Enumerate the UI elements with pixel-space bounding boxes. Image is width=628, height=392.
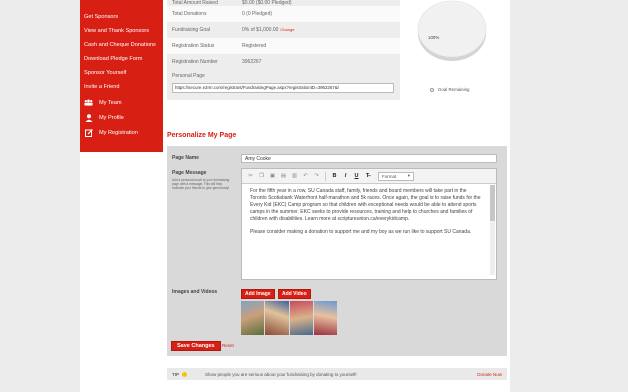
personal-page-label: Personal Page xyxy=(172,73,205,79)
reset-link[interactable]: Reset xyxy=(222,343,234,348)
info-label: Registration Status xyxy=(172,43,215,49)
editor-content[interactable]: For the fifth year in a row, SU Canada s… xyxy=(242,184,496,235)
chevron-down-icon: ▾ xyxy=(407,173,410,178)
info-value: 0% of $1,000.00 Change xyxy=(242,27,400,33)
cut-icon[interactable]: ✂ xyxy=(246,172,255,181)
page-message-hint: Add a personal touch to your fundraising… xyxy=(172,178,230,190)
info-row-total-donations: Total Donations 0 (0 Pledged) xyxy=(167,6,400,22)
sidebar-item-sponsor-yourself[interactable]: Sponsor Yourself xyxy=(80,67,163,81)
page-message-editor[interactable]: ✂ ❐ ▣ ▤ ▥ ↶ ↷ B I U T̶ Format ▾ For the … xyxy=(241,168,497,280)
sidebar-item-get-sponsors[interactable]: Get Sponsors xyxy=(80,11,163,25)
sidebar-item-view-thank-sponsors[interactable]: View and Thank Sponsors xyxy=(80,25,163,39)
page-name-label: Page Name xyxy=(172,155,199,161)
add-image-button[interactable]: Add Image xyxy=(241,289,275,299)
media-thumbnail[interactable] xyxy=(265,301,289,335)
format-dropdown-label: Format xyxy=(382,173,397,179)
sidebar-item-pledge-form[interactable]: Download Pledge Form xyxy=(80,53,163,67)
info-label: Total Donations xyxy=(172,11,207,17)
undo-icon[interactable]: ↶ xyxy=(301,172,310,181)
lightbulb-icon xyxy=(182,371,188,377)
scrollbar-thumb[interactable] xyxy=(490,185,495,221)
page-name-input[interactable]: Amy Cooke xyxy=(241,154,497,163)
paste-text-icon[interactable]: ▤ xyxy=(279,172,288,181)
bold-icon[interactable]: B xyxy=(330,172,339,181)
info-value: 0 (0 Pledged) xyxy=(242,11,273,17)
paste-icon[interactable]: ▣ xyxy=(268,172,277,181)
add-video-button[interactable]: Add Video xyxy=(278,289,311,299)
edit-icon xyxy=(84,128,93,137)
registration-summary: Total Amount Raised $0.00 ($0.00 Pledged… xyxy=(167,0,400,100)
media-thumbnail[interactable] xyxy=(241,301,265,335)
goal-value: 0% of $1,000.00 xyxy=(242,27,279,33)
team-icon xyxy=(84,99,93,107)
section-title: Personalize My Page xyxy=(167,132,237,139)
editor-scrollbar[interactable] xyxy=(490,185,495,275)
sidebar-item-my-registration[interactable]: My Registration xyxy=(80,125,163,140)
personal-page-url-field[interactable]: https://secure.e2rm.com/registrant/Fundr… xyxy=(172,83,394,93)
sidebar-item-label: My Team xyxy=(99,99,122,106)
tip-bar: TIP Show people you are serious about yo… xyxy=(167,368,507,380)
message-paragraph: Please consider making a donation to sup… xyxy=(250,228,472,235)
media-thumbnail[interactable] xyxy=(289,301,313,335)
personal-page-row: Personal Page https://secure.e2rm.com/re… xyxy=(167,70,400,100)
toolbar-divider xyxy=(325,171,326,181)
sidebar-item-label: My Profile xyxy=(99,114,124,121)
personalize-panel: Page Name Amy Cooke Page Message Add a p… xyxy=(167,146,507,356)
info-row-fundraising-goal: Fundraising Goal 0% of $1,000.00 Change xyxy=(167,22,400,38)
info-value: 3962267 xyxy=(242,59,262,65)
pie-legend: Goal Remaining xyxy=(430,87,469,92)
sidebar-item-my-profile[interactable]: My Profile xyxy=(80,110,163,125)
pie-slice-goal-remaining xyxy=(417,0,487,58)
info-row-registration-number: Registration Number 3962267 xyxy=(167,54,400,70)
info-row-amount-raised: Total Amount Raised $0.00 ($0.00 Pledged… xyxy=(167,0,400,6)
change-goal-link[interactable]: Change xyxy=(280,27,294,32)
redo-icon[interactable]: ↷ xyxy=(312,172,321,181)
clear-format-icon[interactable]: T̶ xyxy=(363,172,372,181)
format-dropdown[interactable]: Format ▾ xyxy=(378,171,414,181)
goal-pie-chart xyxy=(417,0,487,62)
paste-word-icon[interactable]: ▥ xyxy=(290,172,299,181)
user-icon xyxy=(84,113,93,122)
sidebar-item-label: My Registration xyxy=(99,129,138,136)
tip-label: TIP xyxy=(172,371,180,377)
tip-text: Show people you are serious about your f… xyxy=(205,371,357,377)
info-label: Fundraising Goal xyxy=(172,27,211,33)
info-value: Registered xyxy=(242,43,267,49)
legend-label: Goal Remaining xyxy=(438,87,470,92)
media-gallery xyxy=(241,301,337,335)
info-value: $0.00 ($0.00 Pledged) xyxy=(242,0,292,6)
donate-now-link[interactable]: Donate Now xyxy=(477,372,502,377)
underline-icon[interactable]: U xyxy=(352,172,361,181)
page-message-label: Page Message xyxy=(172,170,207,176)
sidebar-item-invite-friend[interactable]: Invite a Friend xyxy=(80,81,163,95)
legend-swatch xyxy=(430,87,434,92)
editor-toolbar: ✂ ❐ ▣ ▤ ▥ ↶ ↷ B I U T̶ Format ▾ xyxy=(242,169,496,184)
info-row-registration-status: Registration Status Registered xyxy=(167,38,400,54)
pie-percent-label: 100% xyxy=(428,35,440,40)
sidebar-item-my-team[interactable]: My Team xyxy=(80,95,163,110)
message-paragraph: For the fifth year in a row, SU Canada s… xyxy=(250,188,481,222)
info-label: Total Amount Raised xyxy=(172,0,218,6)
sidebar: Get Sponsors View and Thank Sponsors Cas… xyxy=(80,0,163,152)
sidebar-item-cash-cheque[interactable]: Cash and Cheque Donations xyxy=(80,39,163,53)
copy-icon[interactable]: ❐ xyxy=(257,172,266,181)
italic-icon[interactable]: I xyxy=(341,172,350,181)
info-label: Registration Number xyxy=(172,59,218,65)
images-videos-label: Images and Videos xyxy=(172,289,218,295)
save-changes-button[interactable]: Save Changes xyxy=(171,341,221,351)
media-thumbnail[interactable] xyxy=(313,301,337,335)
